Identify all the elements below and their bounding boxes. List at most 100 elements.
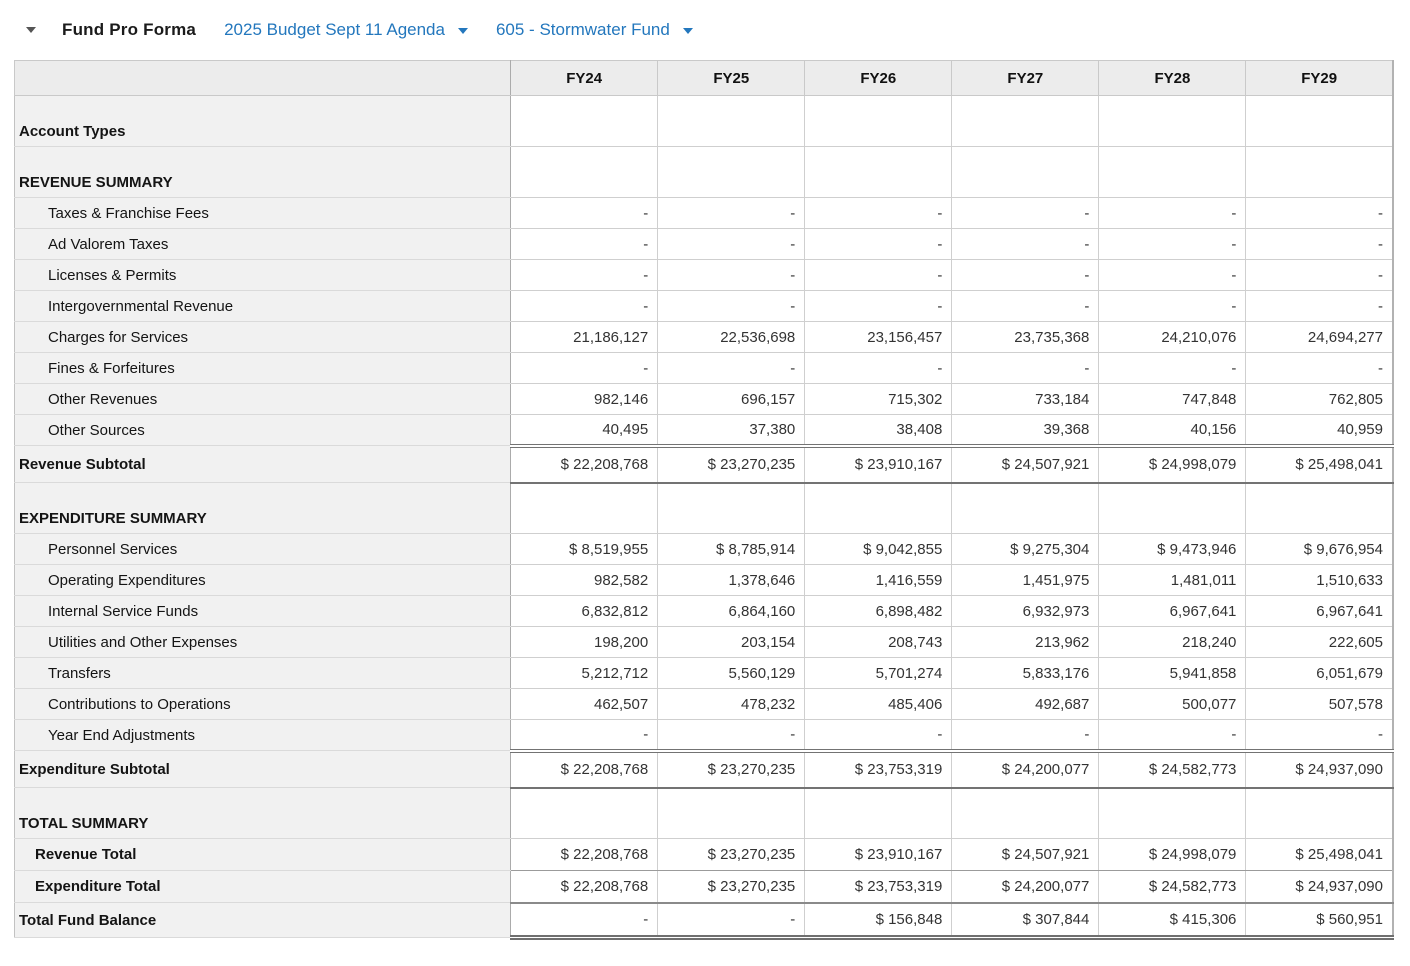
value-cell xyxy=(805,483,952,534)
value-cell: - xyxy=(805,720,952,751)
value-cell: 485,406 xyxy=(805,689,952,720)
value-cell: $ 22,208,768 xyxy=(511,871,658,903)
row-label: Intergovernmental Revenue xyxy=(15,291,511,322)
value-cell: $ 560,951 xyxy=(1246,903,1393,938)
account-row: Intergovernmental Revenue------ xyxy=(15,291,1394,322)
column-header-fy: FY28 xyxy=(1099,61,1246,96)
total-row: Expenditure Total$ 22,208,768$ 23,270,23… xyxy=(15,871,1394,903)
row-label: Personnel Services xyxy=(15,534,511,565)
value-cell: 198,200 xyxy=(511,627,658,658)
value-cell: - xyxy=(1099,720,1246,751)
value-cell: 492,687 xyxy=(952,689,1099,720)
value-cell: $ 24,507,921 xyxy=(952,839,1099,871)
value-cell: - xyxy=(952,291,1099,322)
account-row: Personnel Services$ 8,519,955$ 8,785,914… xyxy=(15,534,1394,565)
value-cell: $ 24,582,773 xyxy=(1099,751,1246,788)
row-label: Taxes & Franchise Fees xyxy=(15,198,511,229)
value-cell: - xyxy=(1099,198,1246,229)
toolbar: Fund Pro Forma 2025 Budget Sept 11 Agend… xyxy=(0,0,1410,60)
row-label: Operating Expenditures xyxy=(15,565,511,596)
value-cell: $ 24,998,079 xyxy=(1099,839,1246,871)
value-cell: 6,864,160 xyxy=(658,596,805,627)
value-cell: 6,832,812 xyxy=(511,596,658,627)
value-cell xyxy=(1099,96,1246,147)
value-cell: $ 24,200,077 xyxy=(952,871,1099,903)
value-cell: 507,578 xyxy=(1246,689,1393,720)
row-label: Revenue Total xyxy=(15,839,511,871)
value-cell: - xyxy=(1099,353,1246,384)
header-row: FY24FY25FY26FY27FY28FY29 xyxy=(15,61,1394,96)
value-cell xyxy=(511,147,658,198)
subtotal-row: Revenue Subtotal$ 22,208,768$ 23,270,235… xyxy=(15,446,1394,483)
value-cell: $ 23,270,235 xyxy=(658,751,805,788)
section-row: Account Types xyxy=(15,96,1394,147)
value-cell: - xyxy=(805,353,952,384)
value-cell xyxy=(1246,788,1393,839)
value-cell: 5,560,129 xyxy=(658,658,805,689)
row-label: Year End Adjustments xyxy=(15,720,511,751)
value-cell: $ 24,507,921 xyxy=(952,446,1099,483)
value-cell: $ 156,848 xyxy=(805,903,952,938)
value-cell xyxy=(1099,147,1246,198)
value-cell: 40,959 xyxy=(1246,415,1393,446)
value-cell: 218,240 xyxy=(1099,627,1246,658)
value-cell: $ 24,582,773 xyxy=(1099,871,1246,903)
budget-report-dropdown[interactable]: 2025 Budget Sept 11 Agenda xyxy=(224,20,468,40)
value-cell: - xyxy=(658,353,805,384)
value-cell: 5,212,712 xyxy=(511,658,658,689)
column-header-fy: FY26 xyxy=(805,61,952,96)
account-row: Fines & Forfeitures------ xyxy=(15,353,1394,384)
value-cell: 982,582 xyxy=(511,565,658,596)
value-cell: - xyxy=(511,903,658,938)
row-label: Ad Valorem Taxes xyxy=(15,229,511,260)
value-cell: - xyxy=(511,229,658,260)
value-cell: - xyxy=(511,720,658,751)
value-cell: - xyxy=(952,198,1099,229)
value-cell: 21,186,127 xyxy=(511,322,658,353)
value-cell: 1,510,633 xyxy=(1246,565,1393,596)
value-cell xyxy=(511,96,658,147)
value-cell: - xyxy=(952,720,1099,751)
table-body: Account TypesREVENUE SUMMARYTaxes & Fran… xyxy=(15,96,1394,938)
value-cell: - xyxy=(511,353,658,384)
value-cell: 982,146 xyxy=(511,384,658,415)
value-cell: $ 23,753,319 xyxy=(805,871,952,903)
value-cell: $ 24,937,090 xyxy=(1246,871,1393,903)
value-cell: $ 23,910,167 xyxy=(805,839,952,871)
row-label: Fines & Forfeitures xyxy=(15,353,511,384)
value-cell: 203,154 xyxy=(658,627,805,658)
value-cell: - xyxy=(658,720,805,751)
fund-dropdown[interactable]: 605 - Stormwater Fund xyxy=(496,20,693,40)
value-cell: 40,156 xyxy=(1099,415,1246,446)
value-cell xyxy=(1246,147,1393,198)
value-cell: - xyxy=(1246,260,1393,291)
value-cell: 696,157 xyxy=(658,384,805,415)
collapse-caret-icon[interactable] xyxy=(26,27,36,33)
row-label: TOTAL SUMMARY xyxy=(15,788,511,839)
value-cell xyxy=(1099,788,1246,839)
value-cell xyxy=(952,788,1099,839)
value-cell: - xyxy=(805,198,952,229)
value-cell: 213,962 xyxy=(952,627,1099,658)
value-cell: 6,967,641 xyxy=(1246,596,1393,627)
subtotal-row: Expenditure Subtotal$ 22,208,768$ 23,270… xyxy=(15,751,1394,788)
account-row: Utilities and Other Expenses198,200203,1… xyxy=(15,627,1394,658)
pro-forma-table: FY24FY25FY26FY27FY28FY29 Account TypesRE… xyxy=(14,60,1394,940)
account-row: Taxes & Franchise Fees------ xyxy=(15,198,1394,229)
total-row: Revenue Total$ 22,208,768$ 23,270,235$ 2… xyxy=(15,839,1394,871)
value-cell xyxy=(1246,483,1393,534)
value-cell: - xyxy=(511,260,658,291)
value-cell: - xyxy=(1099,291,1246,322)
value-cell xyxy=(805,96,952,147)
value-cell: $ 9,275,304 xyxy=(952,534,1099,565)
value-cell xyxy=(805,147,952,198)
value-cell: 462,507 xyxy=(511,689,658,720)
value-cell: 38,408 xyxy=(805,415,952,446)
value-cell xyxy=(952,96,1099,147)
value-cell: 6,898,482 xyxy=(805,596,952,627)
value-cell: $ 9,042,855 xyxy=(805,534,952,565)
value-cell: 24,694,277 xyxy=(1246,322,1393,353)
column-header-fy: FY24 xyxy=(511,61,658,96)
value-cell: - xyxy=(952,229,1099,260)
row-label: EXPENDITURE SUMMARY xyxy=(15,483,511,534)
